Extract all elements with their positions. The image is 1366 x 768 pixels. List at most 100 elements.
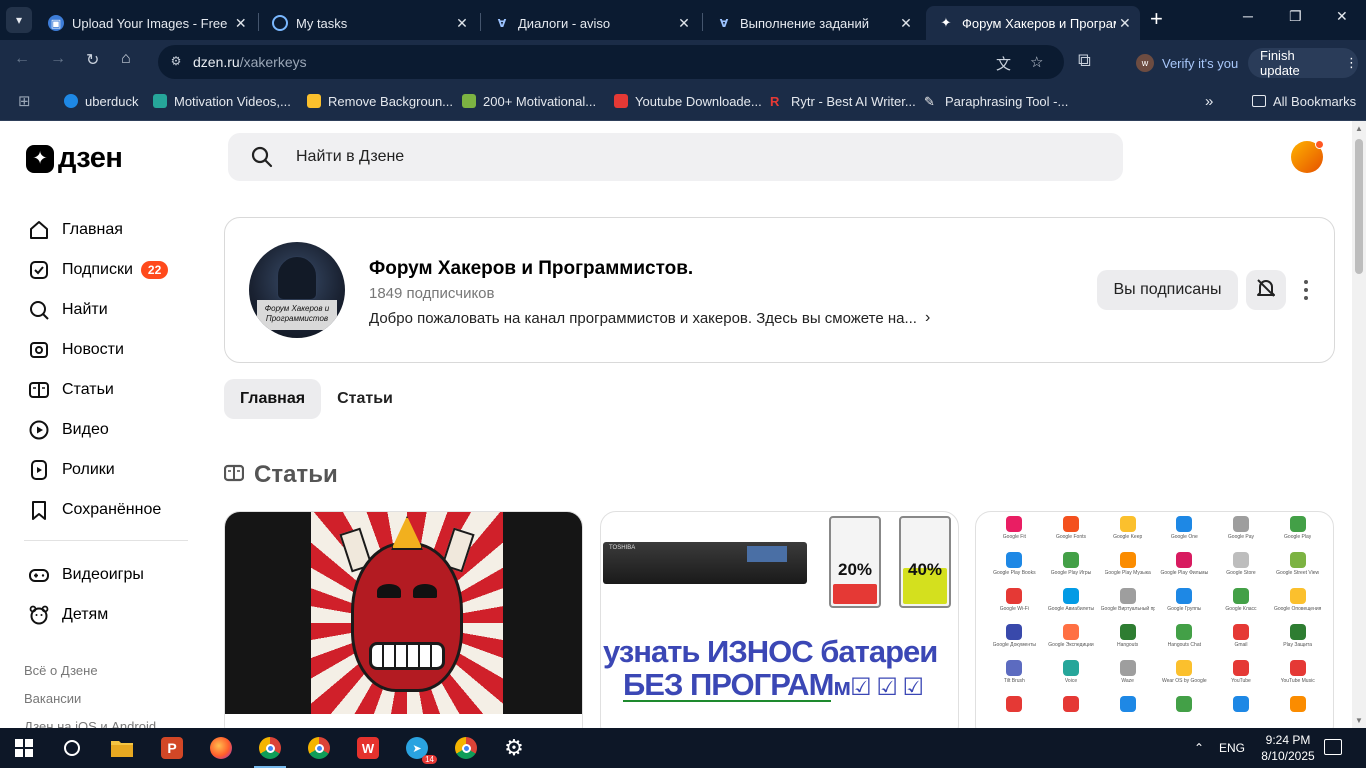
- settings-gear-icon[interactable]: ⚙: [500, 734, 528, 762]
- language-indicator[interactable]: ENG: [1219, 728, 1245, 768]
- verify-profile-button[interactable]: w Verify it's you: [1128, 48, 1241, 78]
- app-icon: [1289, 660, 1306, 676]
- back-icon[interactable]: ←: [14, 50, 30, 68]
- firefox-icon[interactable]: [207, 734, 235, 762]
- scroll-up-arrow[interactable]: ▲: [1355, 124, 1363, 133]
- sidebar-item-search[interactable]: Найти: [28, 296, 108, 324]
- article-card[interactable]: TOSHIBA 20% 40% узнать ИЗНОС батареи БЕЗ…: [600, 511, 959, 728]
- maximize-button[interactable]: ❐: [1289, 8, 1302, 25]
- new-tab-button[interactable]: +: [1150, 8, 1163, 30]
- app-icon: [1119, 552, 1136, 568]
- extensions-icon[interactable]: ⧉: [1078, 50, 1091, 71]
- close-icon[interactable]: ✕: [1116, 15, 1134, 32]
- chrome-profile-icon[interactable]: [256, 734, 284, 762]
- tab-search-button[interactable]: ▾: [6, 7, 32, 33]
- sidebar-item-video[interactable]: Видео: [28, 416, 109, 444]
- bookmark-motivational[interactable]: 200+ Motivational...: [462, 92, 596, 110]
- footer-link-apps[interactable]: Дзен на iOS и Android: [24, 719, 156, 728]
- close-window-button[interactable]: ✕: [1336, 8, 1348, 25]
- subscribed-button[interactable]: Вы подписаны: [1097, 270, 1238, 310]
- sidebar-item-articles[interactable]: Статьи: [28, 376, 114, 404]
- url-text[interactable]: dzen.ru/xakerkeys: [193, 54, 307, 70]
- app-tile: Google Документы: [986, 624, 1043, 654]
- user-avatar[interactable]: [1291, 140, 1324, 173]
- apps-grid-icon[interactable]: ⊞: [18, 92, 31, 110]
- channel-avatar[interactable]: Форум Хакеров и Программистов: [249, 242, 345, 338]
- tab-upload-images[interactable]: ▣ Upload Your Images - Free Im ✕: [36, 6, 256, 40]
- bookmark-youtube-downloader[interactable]: Youtube Downloade...: [614, 92, 762, 110]
- app-icon: [1119, 588, 1136, 604]
- chrome-icon[interactable]: [305, 734, 333, 762]
- telegram-icon[interactable]: ➤ 14: [403, 734, 437, 764]
- start-button[interactable]: [10, 734, 38, 762]
- chevron-up-icon[interactable]: ⌃: [1194, 728, 1204, 768]
- app-icon: [1232, 588, 1249, 604]
- sidebar-item-subscriptions[interactable]: Подписки 22: [28, 256, 169, 284]
- footer-link-jobs[interactable]: Вакансии: [24, 691, 81, 706]
- tab-dzen-channel[interactable]: ✦ Форум Хакеров и Программ ✕: [926, 6, 1140, 40]
- tab-main[interactable]: Главная: [224, 379, 322, 419]
- file-explorer-icon[interactable]: [108, 734, 136, 762]
- sidebar-item-label: Видео: [62, 421, 109, 438]
- forward-icon[interactable]: →: [50, 50, 66, 68]
- sidebar-item-kids[interactable]: Детям: [28, 601, 108, 629]
- tab-my-tasks[interactable]: My tasks ✕: [260, 6, 478, 40]
- scroll-down-arrow[interactable]: ▼: [1355, 716, 1363, 725]
- clock-time: 9:24 PM: [1265, 733, 1311, 747]
- bookmark-paraphrasing-tool[interactable]: ✎ Paraphrasing Tool -...: [924, 92, 1068, 110]
- bookmark-remove-background[interactable]: Remove Backgroun...: [307, 92, 453, 110]
- close-icon[interactable]: ✕: [232, 15, 250, 32]
- more-options-button[interactable]: [1299, 276, 1313, 304]
- channel-description[interactable]: Добро пожаловать на канал программистов …: [369, 309, 930, 327]
- app-tile: [986, 696, 1043, 726]
- notifications-off-button[interactable]: [1246, 270, 1286, 310]
- address-bar[interactable]: ⚙ dzen.ru/xakerkeys 文 ☆: [158, 45, 1064, 79]
- tab-articles[interactable]: Статьи: [321, 379, 409, 419]
- system-clock[interactable]: 9:24 PM 8/10/2025: [1258, 732, 1318, 764]
- sidebar-item-saved[interactable]: Сохранённое: [28, 496, 161, 524]
- app-icon: [1062, 660, 1079, 676]
- scrollbar-thumb[interactable]: [1355, 139, 1363, 274]
- sidebar-item-news[interactable]: Новости: [28, 336, 124, 364]
- reload-icon[interactable]: ↻: [86, 50, 99, 70]
- search-input[interactable]: Найти в Дзене: [228, 133, 1123, 181]
- page-scrollbar[interactable]: ▲ ▼: [1352, 121, 1366, 728]
- close-icon[interactable]: ✕: [452, 15, 472, 32]
- sidebar-item-shorts[interactable]: Ролики: [28, 456, 115, 484]
- app-label: Google Play Books: [993, 570, 1036, 576]
- footer-link-about[interactable]: Всё о Дзене: [24, 663, 98, 678]
- article-card[interactable]: Google Fit Google Fonts Google Keep Google …: [975, 511, 1334, 728]
- translate-icon[interactable]: 文: [996, 53, 1011, 74]
- telegram-unread-badge: 14: [422, 755, 437, 764]
- bookmark-rytr[interactable]: R Rytr - Best AI Writer...: [770, 92, 916, 110]
- app-tile: Google Play Музыка: [1099, 552, 1156, 582]
- bookmark-motivation-videos[interactable]: Motivation Videos,...: [153, 92, 291, 110]
- card-footer: [225, 714, 582, 728]
- finish-update-button[interactable]: Finish update ⋮: [1248, 48, 1358, 78]
- minimize-button[interactable]: ─: [1243, 8, 1253, 24]
- site-info-icon[interactable]: ⚙: [168, 54, 184, 70]
- all-bookmarks-folder[interactable]: All Bookmarks: [1252, 92, 1356, 110]
- more-bookmarks-icon[interactable]: »: [1205, 92, 1213, 110]
- app-label: Google Play Музыка: [1104, 570, 1151, 576]
- app-icon: [1006, 696, 1023, 712]
- wps-presentation-icon[interactable]: P: [158, 734, 186, 762]
- sidebar-item-videogames[interactable]: Видеоигры: [28, 561, 144, 589]
- sidebar-item-home[interactable]: Главная: [28, 216, 123, 244]
- home-icon[interactable]: ⌂: [121, 50, 131, 68]
- article-card[interactable]: [224, 511, 583, 728]
- action-center-icon[interactable]: [1324, 739, 1342, 755]
- bookmark-uberduck[interactable]: uberduck: [64, 92, 138, 110]
- app-label: Google Класс: [1225, 606, 1257, 612]
- wps-office-icon[interactable]: W: [354, 734, 382, 762]
- chrome-icon[interactable]: [452, 734, 480, 762]
- tab-aviso-tasks[interactable]: ∀ Выполнение заданий ✕: [704, 6, 922, 40]
- app-icon: [1176, 696, 1193, 712]
- bookmark-star-icon[interactable]: ☆: [1030, 53, 1043, 71]
- cortana-search-button[interactable]: [58, 734, 86, 762]
- close-icon[interactable]: ✕: [896, 15, 916, 32]
- close-icon[interactable]: ✕: [674, 15, 694, 32]
- app-label: Google Оповещения: [1273, 606, 1322, 612]
- tab-aviso-dialogs[interactable]: ∀ Диалоги - aviso ✕: [482, 6, 700, 40]
- tab-divider: [258, 13, 259, 31]
